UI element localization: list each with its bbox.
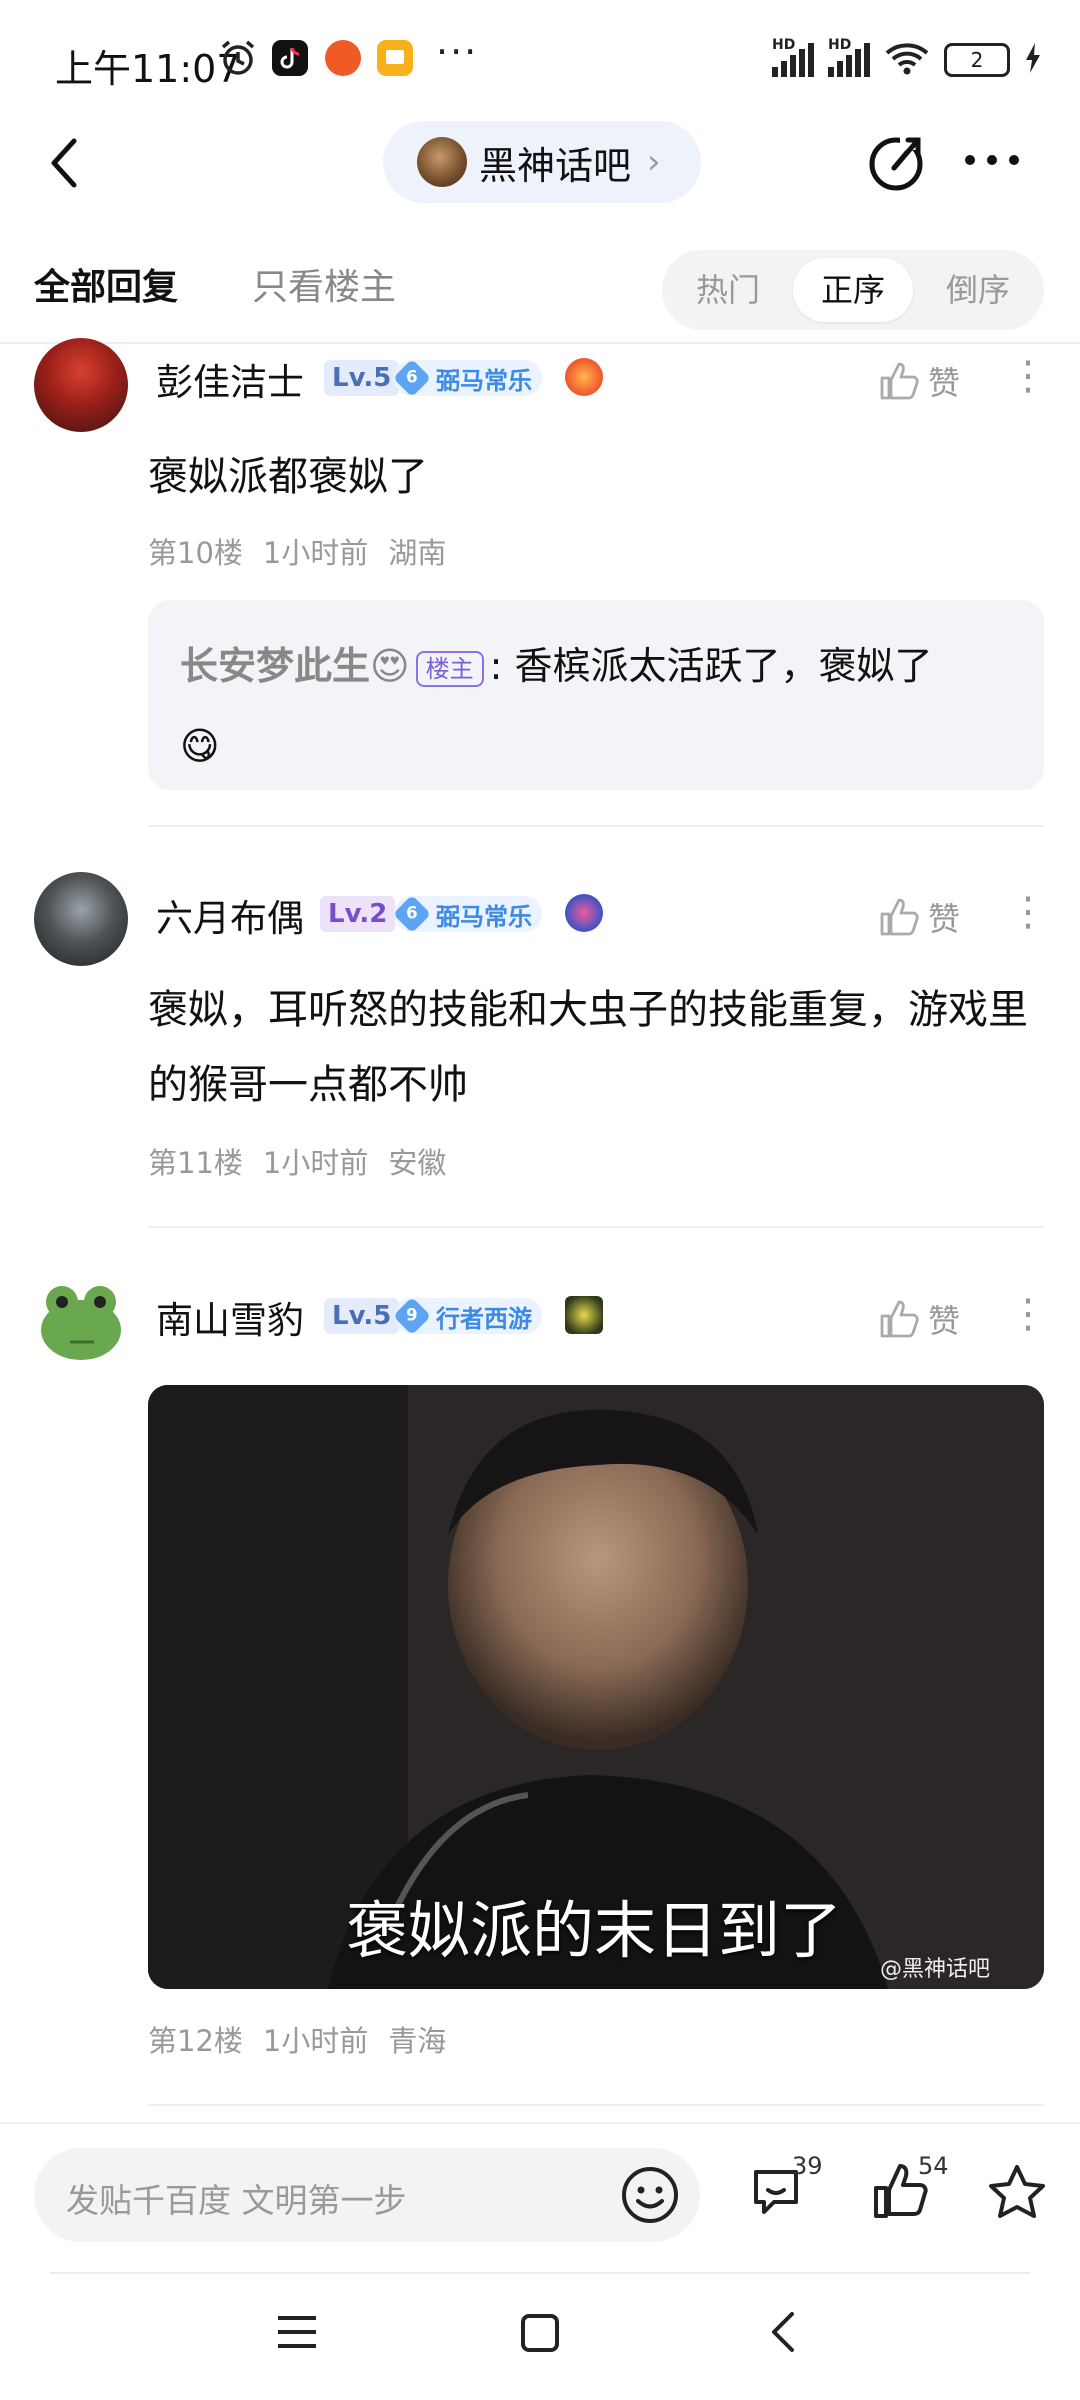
thumbs-up-icon [880,898,919,936]
floor-number: 第11楼 [148,1146,243,1180]
star-icon[interactable] [986,2162,1048,2228]
status-right-group: HD HD 2 [772,37,1042,80]
back-icon[interactable] [46,135,82,191]
tab-all-replies[interactable]: 全部回复 [34,258,178,310]
forum-name: 黑神话吧 [479,143,632,188]
fan-badge: 6 弼马常乐 [392,358,542,398]
medal-icon [565,1296,603,1334]
level-badge: Lv.5 [324,360,400,396]
like-button[interactable]: 赞 [878,358,960,404]
fan-badge-label: 弼马常乐 [436,902,532,931]
likes-count: 54 [918,2152,949,2180]
menu-icon[interactable] [276,2314,318,2354]
fan-badge-label: 行者西游 [436,1304,532,1333]
post-divider [148,1226,1044,1228]
alarm-icon [218,38,258,78]
reply-input-placeholder: 发贴千百度 文明第一步 [66,2181,407,2220]
battery-icon: 2 [944,43,1010,77]
post-time: 1小时前 [262,2024,369,2058]
sort-descending-button[interactable]: 倒序 [918,258,1038,322]
quoted-reply-text: 长安梦此生😍 楼主: 香槟派太活跃了，褒姒了 😋 [180,626,1020,786]
tab-only-owner[interactable]: 只看楼主 [252,258,396,310]
medal-icon [565,894,603,932]
post-more-icon[interactable]: ⋮ [1008,1294,1048,1334]
like-thread-button[interactable]: 54 [870,2152,949,2226]
chevron-right-icon: › [647,142,661,182]
quote-colon: : [489,644,503,688]
fan-badge: 9 行者西游 [392,1296,542,1336]
sort-toggle-group: 热门 正序 倒序 [662,250,1044,330]
wifi-icon [884,40,930,80]
post-divider [148,825,1044,827]
system-back-icon[interactable] [770,2310,798,2358]
floor-number: 第10楼 [148,536,243,570]
medal-icon [565,358,603,396]
diamond-icon: 6 [392,894,432,934]
like-label: 赞 [928,1302,961,1340]
quote-emoji: 😋 [180,724,220,768]
signal-2-icon: HD [828,37,870,77]
forum-avatar [417,137,467,187]
post-divider [148,2104,1044,2106]
floor-number: 第12楼 [148,2024,243,2058]
post-more-icon[interactable]: ⋮ [1008,356,1048,396]
watermark-text: @黑神话吧 [880,1957,991,1982]
level-badge: Lv.2 [320,896,396,932]
post-meta: 第11楼 1小时前 安徽 [148,1140,446,1182]
more-options-icon[interactable] [962,150,1022,170]
quote-body: 香槟派太活跃了，褒姒了 [502,644,933,688]
image-watermark: @黑神话吧 [880,1951,990,1983]
fan-badge-label: 弼马常乐 [436,366,532,395]
quoted-username[interactable]: 长安梦此生😍 [180,644,410,688]
image-caption: 褒姒派的末日到了 [346,1894,843,1967]
post-location: 青海 [388,2024,447,2058]
level-badge: Lv.5 [324,1298,400,1334]
nav-divider [50,2272,1030,2274]
bottom-bar-divider [0,2122,1080,2124]
username[interactable]: 南山雪豹 [156,1290,304,1344]
post-location: 湖南 [388,536,447,570]
signal-1-icon: HD [772,37,814,77]
fan-badge: 6 弼马常乐 [392,894,542,934]
home-icon[interactable] [520,2313,560,2357]
post-time: 1小时前 [262,1146,369,1180]
charging-icon [1024,42,1042,78]
sort-ascending-button[interactable]: 正序 [793,258,913,322]
quoted-reply[interactable]: 长安梦此生😍 楼主: 香槟派太活跃了，褒姒了 😋 [148,600,1044,790]
reply-input[interactable]: 发贴千百度 文明第一步 [34,2148,700,2242]
like-label: 赞 [928,900,961,938]
username[interactable]: 彭佳洁士 [156,352,304,406]
comments-button[interactable]: 39 [748,2152,823,2226]
more-notifications-icon: ··· [436,30,479,74]
post-meta: 第10楼 1小时前 湖南 [148,530,446,572]
header-divider [0,342,1080,344]
avatar[interactable] [34,338,128,432]
share-edit-icon[interactable] [864,130,928,194]
like-label: 赞 [928,364,961,402]
avatar[interactable] [34,1272,128,1366]
thumbs-up-icon [880,1300,919,1338]
post-image[interactable]: 褒姒派的末日到了 @黑神话吧 [148,1385,1044,1989]
post-meta: 第12楼 1小时前 青海 [148,2018,446,2060]
avatar[interactable] [34,872,128,966]
post-content: 褒姒派都褒姒了 [148,454,428,500]
forum-name-pill[interactable]: 黑神话吧 › [383,121,701,203]
like-button[interactable]: 赞 [878,894,960,940]
comments-count: 39 [792,2152,823,2180]
emoji-icon[interactable] [620,2165,680,2229]
owner-tag: 楼主 [415,650,484,687]
shopping-app-icon [325,40,361,76]
post-content: 褒姒，耳听怒的技能和大虫子的技能重复，游戏里的猴哥一点都不帅 [148,987,1028,1108]
sort-hot-button[interactable]: 热门 [668,258,788,322]
post-location: 安徽 [388,1146,447,1180]
thumbs-up-icon [880,362,919,400]
post-more-icon[interactable]: ⋮ [1008,892,1048,932]
status-bar: 上午11:07 ··· HD HD 2 [0,0,1080,120]
status-time: 上午11:07 [55,47,241,91]
username[interactable]: 六月布偶 [156,888,304,942]
tiktok-app-icon [272,40,308,76]
post-time: 1小时前 [262,536,369,570]
like-button[interactable]: 赞 [878,1296,960,1342]
message-app-icon [377,40,413,76]
